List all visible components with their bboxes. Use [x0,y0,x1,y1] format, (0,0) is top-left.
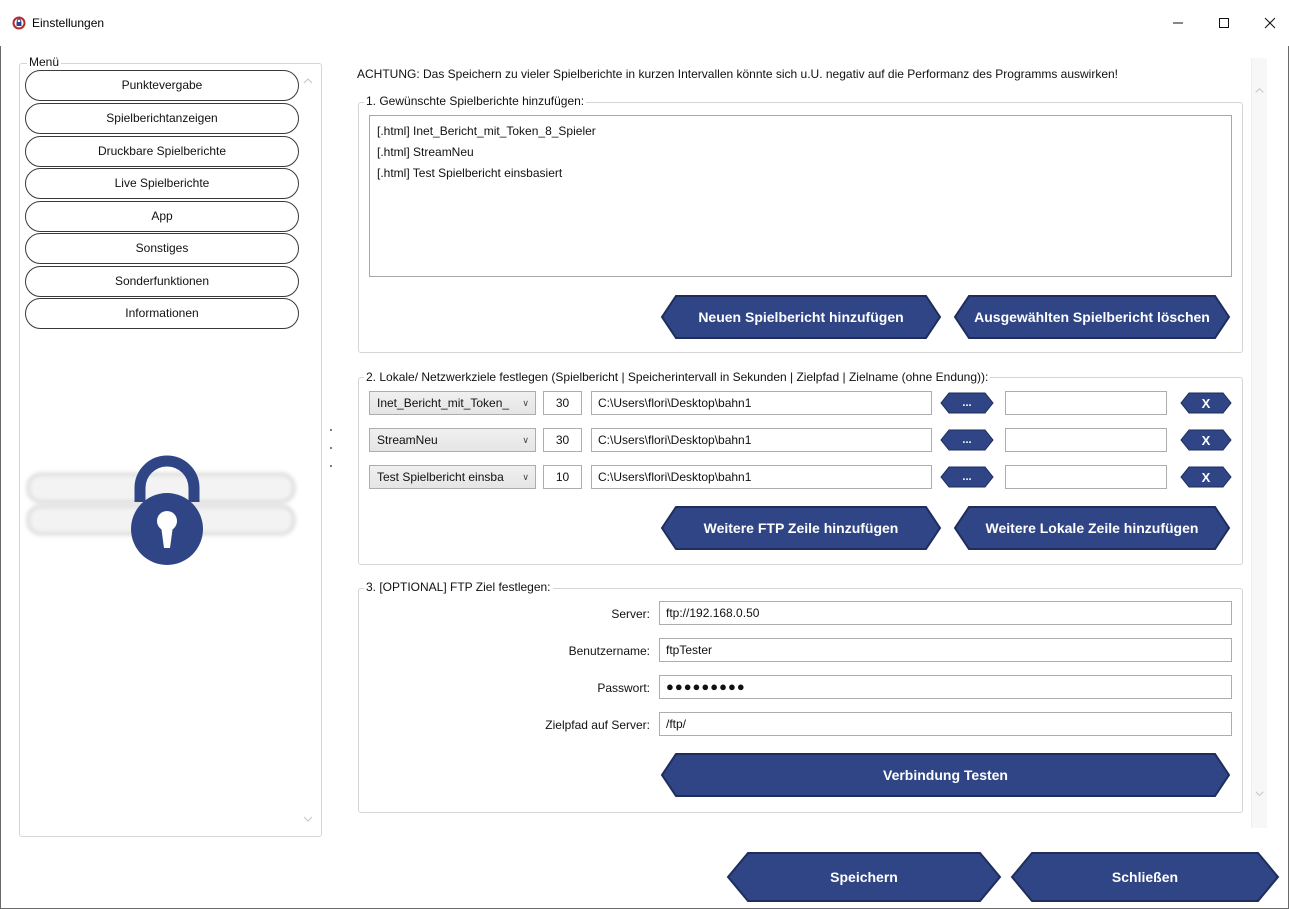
browse-label: ... [962,397,972,409]
browse-button[interactable]: ... [940,392,994,414]
path-input[interactable]: C:\Users\flori\Desktop\bahn1 [591,465,932,489]
add-ftp-row-button[interactable]: Weitere FTP Zeile hinzufügen [660,505,942,551]
menu-item-app[interactable]: App [25,201,299,232]
interval-input[interactable]: 10 [543,465,582,489]
menu-item-punktevergabe[interactable]: Punktevergabe [25,70,299,101]
save-label: Speichern [830,869,898,885]
remove-label: X [1201,395,1211,411]
maximize-icon [1219,18,1229,28]
splitter-handle[interactable] [329,427,333,477]
report-select-value: Inet_Bericht_mit_Token_ [377,396,510,410]
save-button[interactable]: Speichern [726,851,1002,903]
add-report-label: Neuen Spielbericht hinzufügen [698,309,904,325]
add-report-button[interactable]: Neuen Spielbericht hinzufügen [660,294,942,340]
menu-item-informationen[interactable]: Informationen [25,298,299,329]
menu-item-druckbare-spielberichte[interactable]: Druckbare Spielberichte [25,136,299,167]
browse-label: ... [962,471,972,483]
target-name-input[interactable] [1005,465,1167,489]
report-select-value: Test Spielbericht einsba [377,470,504,484]
menu-item-live-spielberichte[interactable]: Live Spielberichte [25,168,299,199]
menu-scrollbar[interactable] [299,70,317,830]
target-name-input[interactable] [1005,391,1167,415]
path-input[interactable]: C:\Users\flori\Desktop\bahn1 [591,391,932,415]
menu-item-spielberichtanzeigen[interactable]: Spielberichtanzeigen [25,103,299,134]
delete-report-label: Ausgewählten Spielbericht löschen [974,309,1210,325]
remove-row-button[interactable]: X [1180,392,1232,414]
path-input[interactable]: C:\Users\flori\Desktop\bahn1 [591,428,932,452]
password-input[interactable]: ●●●●●●●●● [659,675,1232,699]
add-local-row-button[interactable]: Weitere Lokale Zeile hinzufügen [953,505,1231,551]
section2-legend: 2. Lokale/ Netzwerkziele festlegen (Spie… [364,370,991,384]
main-scrollbar[interactable] [1251,58,1267,828]
close-label: Schließen [1111,869,1179,885]
chevron-down-icon: ∨ [522,435,529,445]
close-window-button[interactable] [1247,0,1289,46]
list-item[interactable]: [.html] Test Spielbericht einsbasiert [377,166,562,180]
minimize-icon [1173,22,1183,24]
browse-button[interactable]: ... [940,429,994,451]
username-input[interactable]: ftpTester [659,638,1232,662]
test-connection-label: Verbindung Testen [883,767,1008,783]
browse-label: ... [962,434,972,446]
add-ftp-row-label: Weitere FTP Zeile hinzufügen [703,520,899,536]
minimize-button[interactable] [1155,0,1201,46]
remove-label: X [1201,432,1211,448]
remove-label: X [1201,469,1211,485]
report-select-value: StreamNeu [377,433,438,447]
username-label: Benutzername: [568,644,650,658]
interval-input[interactable]: 30 [543,391,582,415]
section3-legend: 3. [OPTIONAL] FTP Ziel festlegen: [364,580,553,594]
server-path-input[interactable]: /ftp/ [659,712,1232,736]
server-label: Server: [611,607,650,621]
report-list[interactable]: [.html] Inet_Bericht_mit_Token_8_Spieler… [369,115,1232,277]
password-label: Passwort: [597,681,650,695]
delete-report-button[interactable]: Ausgewählten Spielbericht löschen [953,294,1231,340]
lock-shield-icon [12,16,26,30]
test-connection-button[interactable]: Verbindung Testen [660,752,1231,798]
list-item[interactable]: [.html] Inet_Bericht_mit_Token_8_Spieler [377,124,596,138]
title-bar[interactable]: Einstellungen [0,0,1289,46]
warning-text: ACHTUNG: Das Speichern zu vieler Spielbe… [357,67,1119,81]
remove-row-button[interactable]: X [1180,466,1232,488]
interval-input[interactable]: 30 [543,428,582,452]
window-title: Einstellungen [32,16,105,30]
close-icon [1264,17,1276,29]
chevron-down-icon: ∨ [522,472,529,482]
menu-legend: Menü [27,55,62,69]
menu-item-sonstiges[interactable]: Sonstiges [25,233,299,264]
report-select[interactable]: Inet_Bericht_mit_Token_ ∨ [369,391,536,415]
server-input[interactable]: ftp://192.168.0.50 [659,601,1232,625]
report-select[interactable]: StreamNeu ∨ [369,428,536,452]
maximize-button[interactable] [1201,0,1247,46]
list-item[interactable]: [.html] StreamNeu [377,145,474,159]
add-local-row-label: Weitere Lokale Zeile hinzufügen [985,520,1199,536]
target-name-input[interactable] [1005,428,1167,452]
remove-row-button[interactable]: X [1180,429,1232,451]
report-select[interactable]: Test Spielbericht einsba ∨ [369,465,536,489]
section1-legend: 1. Gewünschte Spielberichte hinzufügen: [364,94,587,108]
browse-button[interactable]: ... [940,466,994,488]
padlock-icon [131,455,203,565]
server-path-label: Zielpfad auf Server: [545,718,650,732]
menu-item-sonderfunktionen[interactable]: Sonderfunktionen [25,266,299,297]
close-button[interactable]: Schließen [1010,851,1280,903]
chevron-down-icon: ∨ [522,398,529,408]
